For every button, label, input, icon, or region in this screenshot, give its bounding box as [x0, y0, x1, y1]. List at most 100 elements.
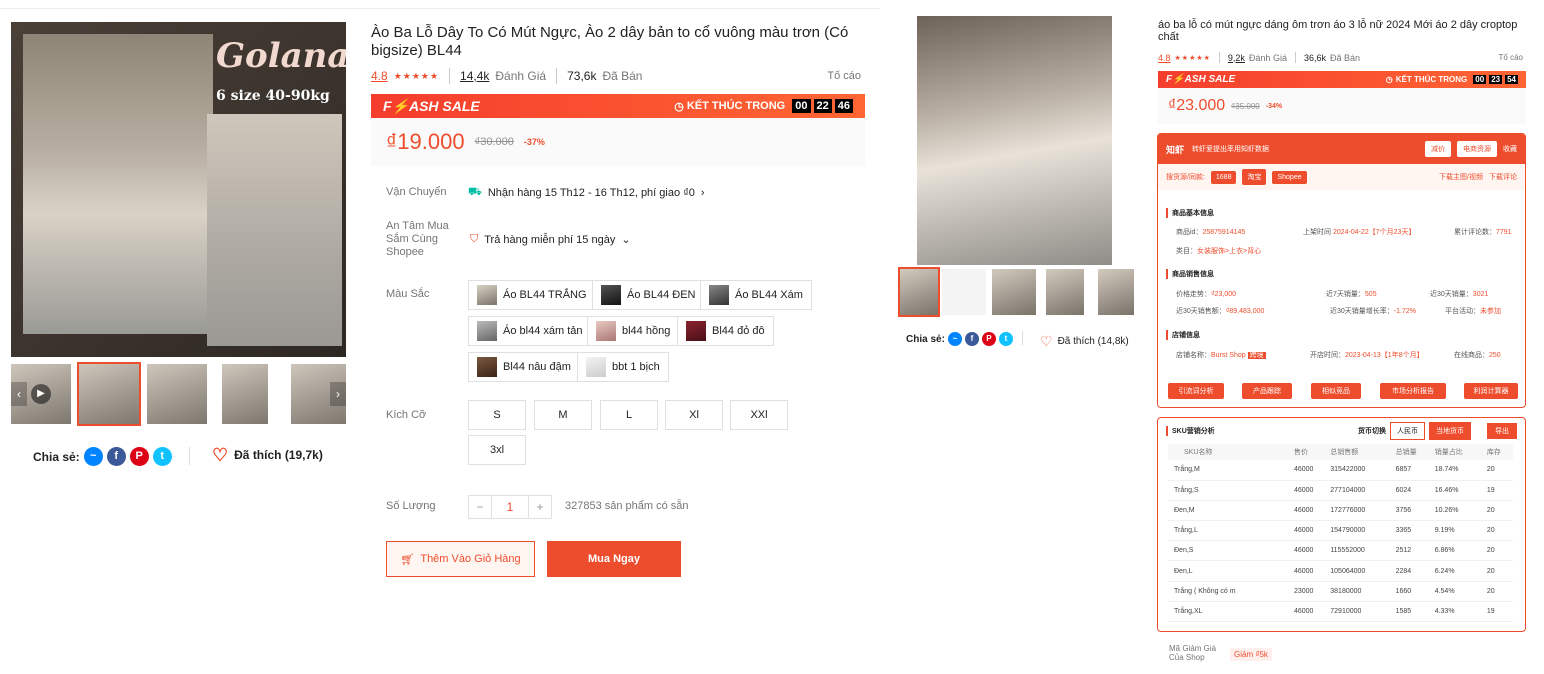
- star-rating-icon: ★★★★★: [1174, 54, 1211, 62]
- reviews-label: Đánh Giá: [1248, 52, 1287, 63]
- growth-rate: -1.72%: [1393, 308, 1416, 315]
- color-option[interactable]: Áo BL44 Xám: [700, 280, 812, 310]
- like-button[interactable]: ♡ Đã thích (19,7k): [212, 446, 323, 464]
- buy-now-button[interactable]: Mua Ngay: [547, 541, 681, 577]
- twitter-icon[interactable]: t: [998, 332, 1013, 346]
- reviews-count[interactable]: 14,4k: [460, 69, 489, 83]
- return-policy-text: Trả hàng miễn phí 15 ngày: [484, 233, 616, 246]
- chevron-right-icon[interactable]: ›: [330, 382, 346, 406]
- messenger-icon[interactable]: ~: [947, 332, 962, 346]
- color-option[interactable]: bl44 hồng: [587, 316, 680, 346]
- pinterest-icon[interactable]: P: [981, 332, 996, 346]
- plugin-button[interactable]: 减价: [1425, 141, 1451, 157]
- messenger-icon[interactable]: ~: [83, 447, 103, 466]
- shipping-info[interactable]: ⛟ Nhận hàng 15 Th12 - 16 Th12, phí giao …: [468, 186, 705, 200]
- table-row: Đen,M 46000 172776000 3756 10.26% 20: [1168, 500, 1513, 522]
- plugin-collapse[interactable]: 收藏: [1503, 144, 1517, 154]
- action-button[interactable]: 利润计算器: [1464, 383, 1518, 399]
- size-option[interactable]: Xl: [665, 400, 723, 430]
- thumbnail-item[interactable]: [77, 362, 141, 426]
- column-header[interactable]: 销量占比: [1434, 444, 1487, 460]
- source-shopee-button[interactable]: Shopee: [1272, 170, 1307, 184]
- size-option[interactable]: S: [468, 400, 526, 430]
- color-label: Màu Sắc: [386, 288, 430, 300]
- color-option-label: Bl44 đỏ đô: [712, 325, 765, 337]
- kv-label: 累计评论数：: [1454, 229, 1496, 236]
- second-product-image[interactable]: [917, 16, 1112, 265]
- size-option[interactable]: 3xl: [468, 435, 526, 465]
- column-header[interactable]: SKU名称: [1168, 444, 1294, 460]
- plugin-header: 知虾 转虾爱提出率用知虾数据 减价 电商资源 收藏: [1158, 134, 1525, 164]
- source-1688-button[interactable]: 1688: [1210, 170, 1237, 184]
- color-option[interactable]: Áo BL44 ĐEN: [592, 280, 705, 310]
- report-link[interactable]: Tố cáo: [827, 70, 861, 82]
- swatch-thumbnail: [477, 321, 497, 341]
- platform-activity: 未参加: [1480, 308, 1501, 315]
- like-button[interactable]: ♡ Đã thích (14,8k): [1040, 332, 1129, 350]
- thumbnail-item[interactable]: [898, 267, 940, 317]
- return-policy[interactable]: ⛉ Trả hàng miễn phí 15 ngày ⌄: [470, 233, 631, 246]
- size-option[interactable]: M: [534, 400, 592, 430]
- thumbnail-item[interactable]: [147, 364, 207, 424]
- source-taobao-button[interactable]: 淘宝: [1242, 169, 1267, 185]
- rating-row: 4.8 ★★★★★ 14,4k Đánh Giá 73,6k Đã Bán Tố…: [371, 68, 861, 84]
- add-to-cart-button[interactable]: 🛒︎ Thêm Vào Giỏ Hàng: [386, 541, 535, 577]
- timer-minutes: 23: [1489, 75, 1503, 84]
- action-button[interactable]: 引流词分析: [1168, 383, 1224, 399]
- item-id[interactable]: 25875914145: [1202, 229, 1245, 236]
- shop-name[interactable]: Burst Shop: [1211, 352, 1246, 359]
- table-cell: 9.19%: [1434, 520, 1487, 542]
- color-option[interactable]: Áo BL44 TRẮNG: [468, 280, 596, 310]
- download-reviews-link[interactable]: 下载评论: [1489, 172, 1517, 182]
- column-header[interactable]: 总销售额: [1330, 444, 1396, 460]
- liked-count: Đã thích (19,7k): [234, 448, 323, 462]
- table-cell: 172776000: [1330, 500, 1396, 522]
- export-button[interactable]: 导出: [1487, 423, 1517, 439]
- size-option[interactable]: XXl: [730, 400, 788, 430]
- rating-value[interactable]: 4.8: [371, 69, 388, 83]
- add-to-cart-label: Thêm Vào Giỏ Hàng: [420, 553, 521, 565]
- coupon-badge[interactable]: Giảm ₫5k: [1230, 648, 1272, 661]
- thumbnail-item[interactable]: [992, 269, 1036, 315]
- action-button[interactable]: 市场分析报告: [1380, 383, 1446, 399]
- currency-local-toggle[interactable]: 当地货币: [1429, 422, 1471, 440]
- table-cell: Đen,S: [1168, 540, 1294, 562]
- facebook-icon[interactable]: f: [106, 447, 126, 466]
- chevron-left-icon[interactable]: ‹: [11, 382, 27, 406]
- thumbnail-item[interactable]: [1098, 269, 1134, 315]
- rating-value[interactable]: 4.8: [1158, 53, 1171, 63]
- decrement-button[interactable]: −: [469, 496, 491, 518]
- table-cell: 277104000: [1330, 480, 1396, 501]
- table-cell: 2512: [1395, 540, 1435, 562]
- action-button[interactable]: 相似竞品: [1311, 383, 1361, 399]
- table-cell: 46000: [1293, 460, 1331, 481]
- thumbnail-item[interactable]: [222, 364, 268, 424]
- color-option[interactable]: Bl44 đỏ đô: [677, 316, 774, 346]
- download-images-link[interactable]: 下载主图/视频: [1439, 172, 1483, 182]
- facebook-icon[interactable]: f: [964, 332, 979, 346]
- reviews-count[interactable]: 9,2k: [1228, 53, 1245, 63]
- plugin-button[interactable]: 电商资源: [1457, 141, 1497, 157]
- main-product-image[interactable]: Golana 6 size 40-90kg: [11, 22, 346, 357]
- column-header[interactable]: 库存: [1486, 444, 1513, 460]
- twitter-icon[interactable]: t: [152, 447, 172, 466]
- quantity-input[interactable]: 1: [491, 496, 529, 518]
- color-option[interactable]: Bl44 nâu đậm: [468, 352, 580, 382]
- category-path[interactable]: 女装服饰>上衣>背心: [1197, 248, 1261, 255]
- currency-cny-toggle[interactable]: 人民币: [1390, 422, 1425, 440]
- size-option[interactable]: L: [600, 400, 658, 430]
- table-cell: 6.86%: [1434, 540, 1487, 562]
- pinterest-icon[interactable]: P: [129, 447, 149, 466]
- column-header[interactable]: 总销量: [1395, 444, 1435, 460]
- brand-logo-text: Golana: [216, 36, 346, 76]
- table-row: Trắng,S 46000 277104000 6024 16.46% 19: [1168, 480, 1513, 501]
- thumbnail-item[interactable]: [942, 269, 986, 315]
- increment-button[interactable]: +: [529, 496, 551, 518]
- color-option[interactable]: bbt 1 bịch: [577, 352, 669, 382]
- color-option[interactable]: Áo bl44 xám tản: [468, 316, 592, 346]
- price-trend[interactable]: ₫23,000: [1211, 291, 1236, 298]
- report-link[interactable]: Tố cáo: [1499, 53, 1523, 62]
- action-button[interactable]: 产品跟踪: [1242, 383, 1292, 399]
- thumbnail-item[interactable]: [1046, 269, 1084, 315]
- column-header[interactable]: 售价: [1293, 444, 1331, 460]
